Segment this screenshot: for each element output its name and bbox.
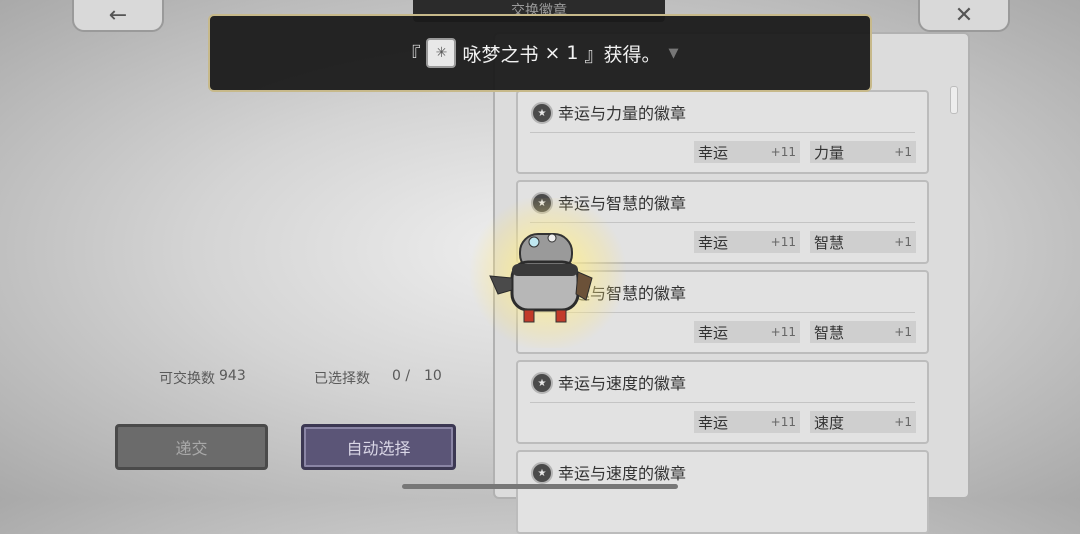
badge-name: 幸运与速度的徽章 [558,464,687,483]
badge-card[interactable]: ★ 幸运与力量的徽章 幸运 +11 力量 +1 [516,90,929,174]
badge-name: 幸运与力量的徽章 [558,104,687,123]
close-button[interactable]: ✕ [918,0,1010,32]
divider [530,402,915,403]
badge-icon: ★ [531,102,553,124]
exchangeable-count: 943 [219,368,246,384]
home-indicator[interactable] [402,484,678,489]
toast-quantity: × 1 [544,42,579,64]
badge-icon: ★ [531,372,553,394]
stat-pill: 力量 +1 [810,141,916,163]
list-scrollbar[interactable] [950,86,958,114]
stat-pill: 幸运 +11 [694,231,800,253]
back-button[interactable]: ← [72,0,164,32]
submit-button[interactable]: 递交 [115,424,268,470]
back-arrow-icon: ← [108,2,128,28]
stat-pill: 幸运 +11 [694,141,800,163]
stat-pill: 速度 +1 [810,411,916,433]
stat-pill: 智慧 +1 [810,321,916,343]
robot-character [468,198,628,348]
chevron-down-icon: ▼ [668,45,679,61]
badge-card[interactable]: ★ 幸运与速度的徽章 [516,450,929,534]
close-icon: ✕ [954,2,974,28]
stat-pill: 幸运 +11 [694,411,800,433]
divider [530,132,915,133]
book-icon: ✳ [426,38,457,68]
auto-select-button[interactable]: 自动选择 [301,424,456,470]
submit-label: 递交 [175,439,208,458]
item-obtained-toast: 『 ✳ 咏梦之书 × 1 』获得。 ▼ [208,14,872,92]
selected-count: 0 / [392,368,411,384]
toast-open-bracket: 『 [401,43,421,66]
toast-suffix: 』获得。 [584,43,661,66]
exchangeable-label: 可交换数 [159,371,215,387]
auto-select-label: 自动选择 [346,439,411,458]
stat-pill: 幸运 +11 [694,321,800,343]
stat-pill: 智慧 +1 [810,231,916,253]
badge-name: 幸运与速度的徽章 [558,374,687,393]
badge-card[interactable]: ★ 幸运与速度的徽章 幸运 +11 速度 +1 [516,360,929,444]
selected-label: 已选择数 [314,371,370,387]
selected-max: 10 [424,368,442,384]
badge-icon: ★ [531,462,553,484]
toast-item-name: 咏梦之书 [462,43,539,66]
